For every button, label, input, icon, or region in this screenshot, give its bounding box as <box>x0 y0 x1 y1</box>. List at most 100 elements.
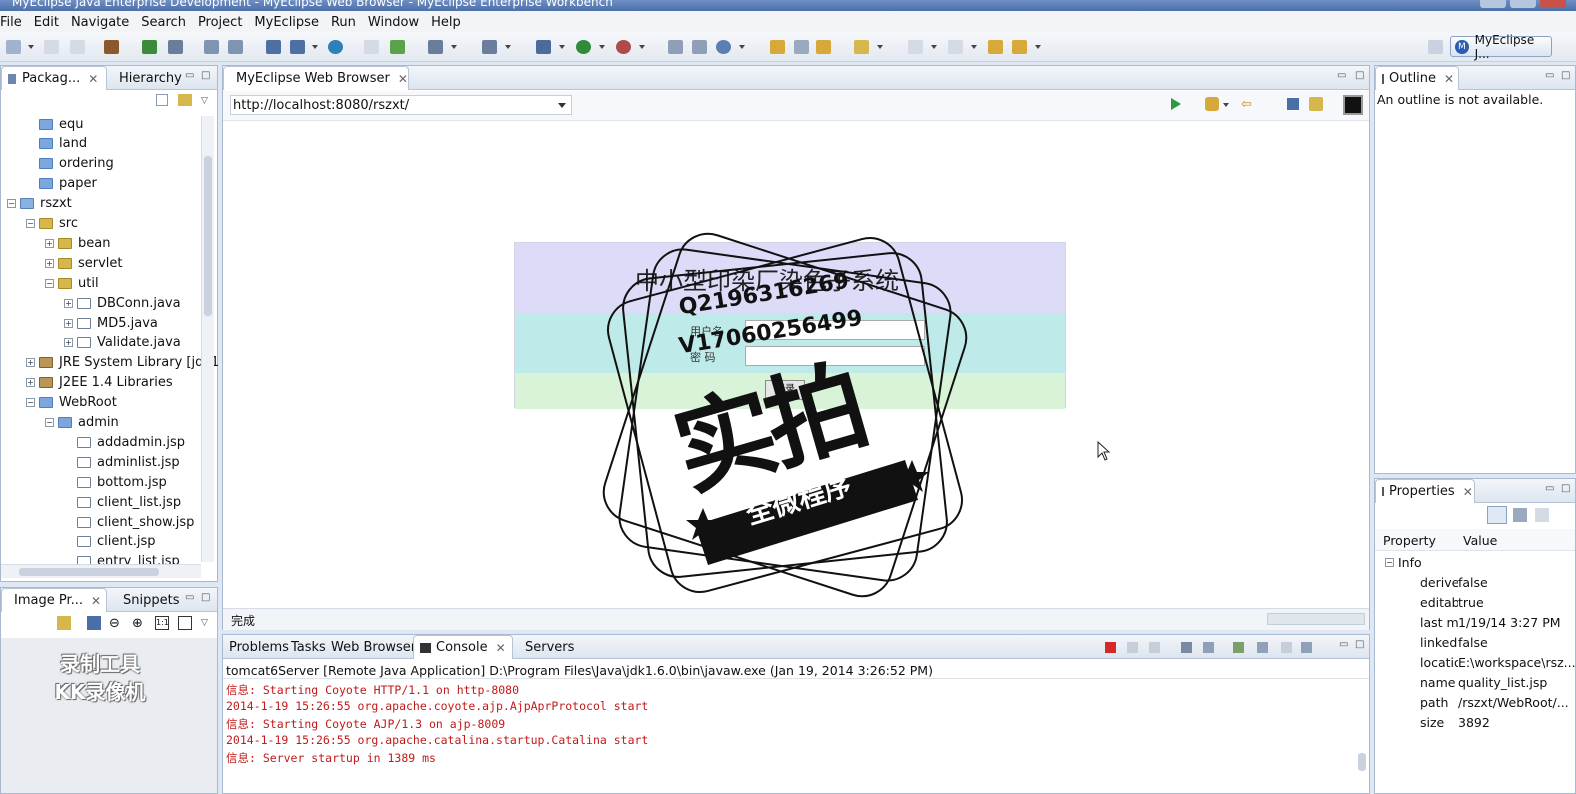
tree-item[interactable]: + servlet <box>45 253 123 273</box>
tree-item[interactable]: − admin <box>45 413 119 433</box>
collapse-icon[interactable]: − <box>26 219 35 228</box>
debug-dropdown-icon[interactable] <box>559 45 565 49</box>
menu-project[interactable]: Project <box>192 15 248 30</box>
tool-dropdown-icon[interactable] <box>312 45 318 49</box>
password-input[interactable] <box>745 346 925 366</box>
menu-file[interactable]: File <box>0 15 28 30</box>
open-console-icon[interactable] <box>1301 642 1312 653</box>
username-input[interactable] <box>745 320 925 340</box>
menu-search[interactable]: Search <box>135 15 192 30</box>
expand-icon[interactable]: + <box>64 318 73 328</box>
tree-item[interactable]: + bean <box>45 233 110 253</box>
run-icon[interactable] <box>576 40 591 54</box>
tool-icon-d[interactable] <box>290 40 305 54</box>
menu-navigate[interactable]: Navigate <box>65 15 135 30</box>
show-console-icon[interactable] <box>1233 642 1244 653</box>
tool-icon-o[interactable] <box>908 40 923 54</box>
expand-icon[interactable]: + <box>26 378 35 388</box>
menu-window[interactable]: Window <box>362 15 425 30</box>
property-row[interactable]: locatio E:\workspace\rsz... <box>1420 655 1576 670</box>
property-row[interactable]: derive false <box>1420 575 1488 590</box>
refresh-icon[interactable] <box>1309 97 1323 111</box>
tab-snippets[interactable]: Snippets <box>117 588 185 612</box>
view-menu-icon[interactable]: ▽ <box>201 618 208 628</box>
pin-icon[interactable] <box>57 616 71 630</box>
new-icon[interactable] <box>6 40 21 54</box>
minimize-view-icon[interactable]: ▭ <box>185 592 194 603</box>
expand-icon[interactable]: + <box>45 258 54 268</box>
stop-icon[interactable] <box>1287 98 1299 110</box>
tree-item[interactable]: − WebRoot <box>26 393 117 413</box>
tree-item[interactable]: − util <box>45 273 99 293</box>
scroll-thumb[interactable] <box>1358 753 1366 771</box>
close-icon[interactable]: ✕ <box>398 72 408 86</box>
tree-vertical-scrollbar[interactable] <box>201 116 214 562</box>
menu-run[interactable]: Run <box>325 15 362 30</box>
collapse-all-icon[interactable] <box>156 94 168 106</box>
property-row[interactable]: name quality_list.jsp <box>1420 675 1547 690</box>
actual-size-icon[interactable]: 1:1 <box>155 616 169 630</box>
show-categories-icon[interactable] <box>1487 506 1507 524</box>
close-icon[interactable] <box>1540 0 1566 8</box>
tree-item[interactable]: − rszxt <box>7 194 72 214</box>
minimize-view-icon[interactable]: ▭ <box>185 70 194 81</box>
expand-icon[interactable]: + <box>45 238 54 248</box>
property-row[interactable]: size 3892 <box>1420 715 1490 730</box>
property-row[interactable]: last m 1/19/14 3:27 PM <box>1420 615 1561 630</box>
tool-dropdown-icon-2[interactable] <box>451 45 457 49</box>
pin-console-icon[interactable] <box>1257 642 1268 653</box>
tree-item[interactable]: + DBConn.java <box>64 293 181 313</box>
close-icon[interactable]: ✕ <box>496 641 506 655</box>
tree-item[interactable]: ordering <box>26 154 114 174</box>
tab-servers[interactable]: Servers <box>519 635 580 659</box>
tree-item[interactable]: client_list.jsp <box>64 492 181 512</box>
tool-icon-b[interactable] <box>228 40 243 54</box>
tree-item[interactable]: client_show.jsp <box>64 512 194 532</box>
tab-outline[interactable]: Outline ✕ <box>1375 66 1459 90</box>
minimize-view-icon[interactable]: ▭ <box>1337 70 1346 81</box>
tab-image-preview[interactable]: Image Pr... ✕ <box>1 588 107 612</box>
tree-item[interactable]: addadmin.jsp <box>64 432 185 452</box>
perspective-button[interactable]: M MyEclipse J... <box>1450 33 1552 61</box>
scroll-lock-icon[interactable] <box>1203 642 1214 653</box>
image-tool-icon[interactable] <box>87 616 101 630</box>
menu-myeclipse[interactable]: MyEclipse <box>248 15 325 30</box>
tool-icon-a[interactable] <box>204 40 219 54</box>
minimize-view-icon[interactable]: ▭ <box>1545 483 1554 494</box>
tool-icon-e[interactable] <box>364 40 379 54</box>
properties-group-info[interactable]: − Info <box>1385 555 1422 570</box>
collapse-icon[interactable]: − <box>1385 558 1394 567</box>
url-input[interactable]: http://localhost:8080/rszxt/ <box>230 95 572 115</box>
tab-web-browser[interactable]: MyEclipse Web Browser ✕ <box>223 66 409 90</box>
external-tools-icon[interactable] <box>616 40 631 54</box>
scroll-thumb[interactable] <box>19 568 159 576</box>
scroll-thumb[interactable] <box>204 156 212 316</box>
globe-icon[interactable] <box>328 40 343 54</box>
go-icon[interactable] <box>1171 98 1181 110</box>
tool-icon-j[interactable] <box>692 40 707 54</box>
expand-icon[interactable]: + <box>64 338 73 348</box>
tree-item[interactable]: + JRE System Library [jdk1 <box>26 353 219 373</box>
tool-icon-i[interactable] <box>668 40 683 54</box>
property-row[interactable]: linked false <box>1420 635 1488 650</box>
close-icon[interactable]: ✕ <box>1444 72 1454 86</box>
close-icon[interactable]: ✕ <box>91 594 101 608</box>
print-icon[interactable] <box>70 40 85 54</box>
new-dropdown-icon[interactable] <box>28 45 34 49</box>
external-dropdown-icon[interactable] <box>639 45 645 49</box>
tree-item[interactable]: adminlist.jsp <box>64 452 180 472</box>
history-dropdown-icon[interactable] <box>1035 45 1041 49</box>
expand-icon[interactable]: + <box>64 298 73 308</box>
maximize-view-icon[interactable]: □ <box>201 70 210 81</box>
clear-console-icon[interactable] <box>1181 642 1192 653</box>
collapse-icon[interactable]: − <box>45 278 54 288</box>
minimize-view-icon[interactable]: ▭ <box>1545 70 1554 81</box>
tab-hierarchy[interactable]: Hierarchy <box>113 66 188 90</box>
tool-icon-h[interactable] <box>482 40 497 54</box>
link-editor-icon[interactable] <box>178 94 192 106</box>
tree-item[interactable]: + Validate.java <box>64 333 181 353</box>
back-icon[interactable]: ⇦ <box>1241 97 1252 112</box>
tool-icon-p[interactable] <box>948 40 963 54</box>
tool-icon-k[interactable] <box>716 40 731 54</box>
collapse-icon[interactable]: − <box>45 418 54 427</box>
